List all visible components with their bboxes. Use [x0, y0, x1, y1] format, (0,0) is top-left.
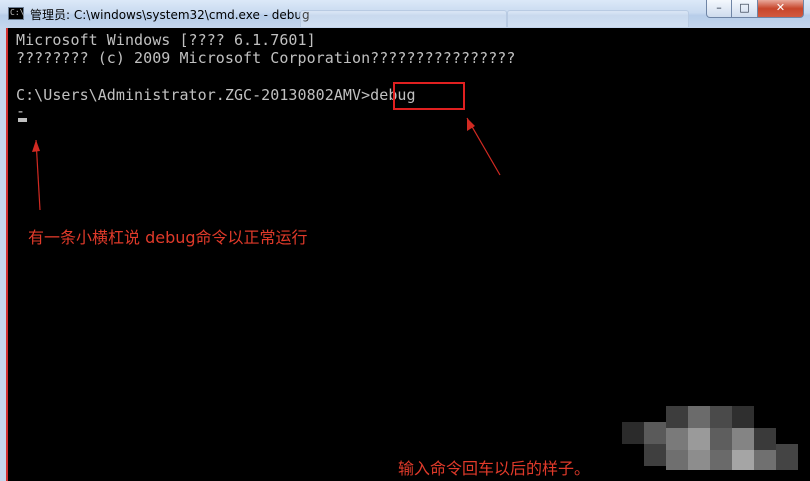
text-cursor	[18, 118, 27, 122]
cmd-icon[interactable]: C:\	[8, 7, 24, 20]
window-title: 管理员: C:\windows\system32\cmd.exe - debug	[30, 8, 310, 22]
console-prompt: C:\Users\Administrator.ZGC-20130802AMV>	[16, 86, 371, 104]
console-line-copyright: ???????? (c) 2009 Microsoft Corporation?…	[16, 49, 516, 67]
minimize-button[interactable]: –	[706, 0, 732, 18]
command-highlight-box	[393, 82, 465, 110]
blurred-watermark	[622, 400, 798, 472]
close-button[interactable]: ✕	[758, 0, 804, 18]
cmd-window: C:\ 管理员: C:\windows\system32\cmd.exe - d…	[0, 0, 810, 481]
maximize-button[interactable]: □	[732, 0, 758, 18]
window-controls: – □ ✕	[674, 0, 804, 20]
cmd-icon-label: C:\	[10, 8, 25, 17]
annotation-after-note: 输入命令回车以后的样子。	[398, 459, 591, 478]
title-bar[interactable]: C:\ 管理员: C:\windows\system32\cmd.exe - d…	[0, 0, 810, 29]
background-window-edge	[300, 10, 507, 27]
console-prompt-line: C:\Users\Administrator.ZGC-20130802AMV>d…	[16, 86, 416, 104]
annotation-dash-note: 有一条小横杠说 debug命令以正常运行	[28, 228, 308, 247]
console-line-version: Microsoft Windows [???? 6.1.7601]	[16, 31, 316, 49]
background-window-edge	[507, 10, 689, 27]
